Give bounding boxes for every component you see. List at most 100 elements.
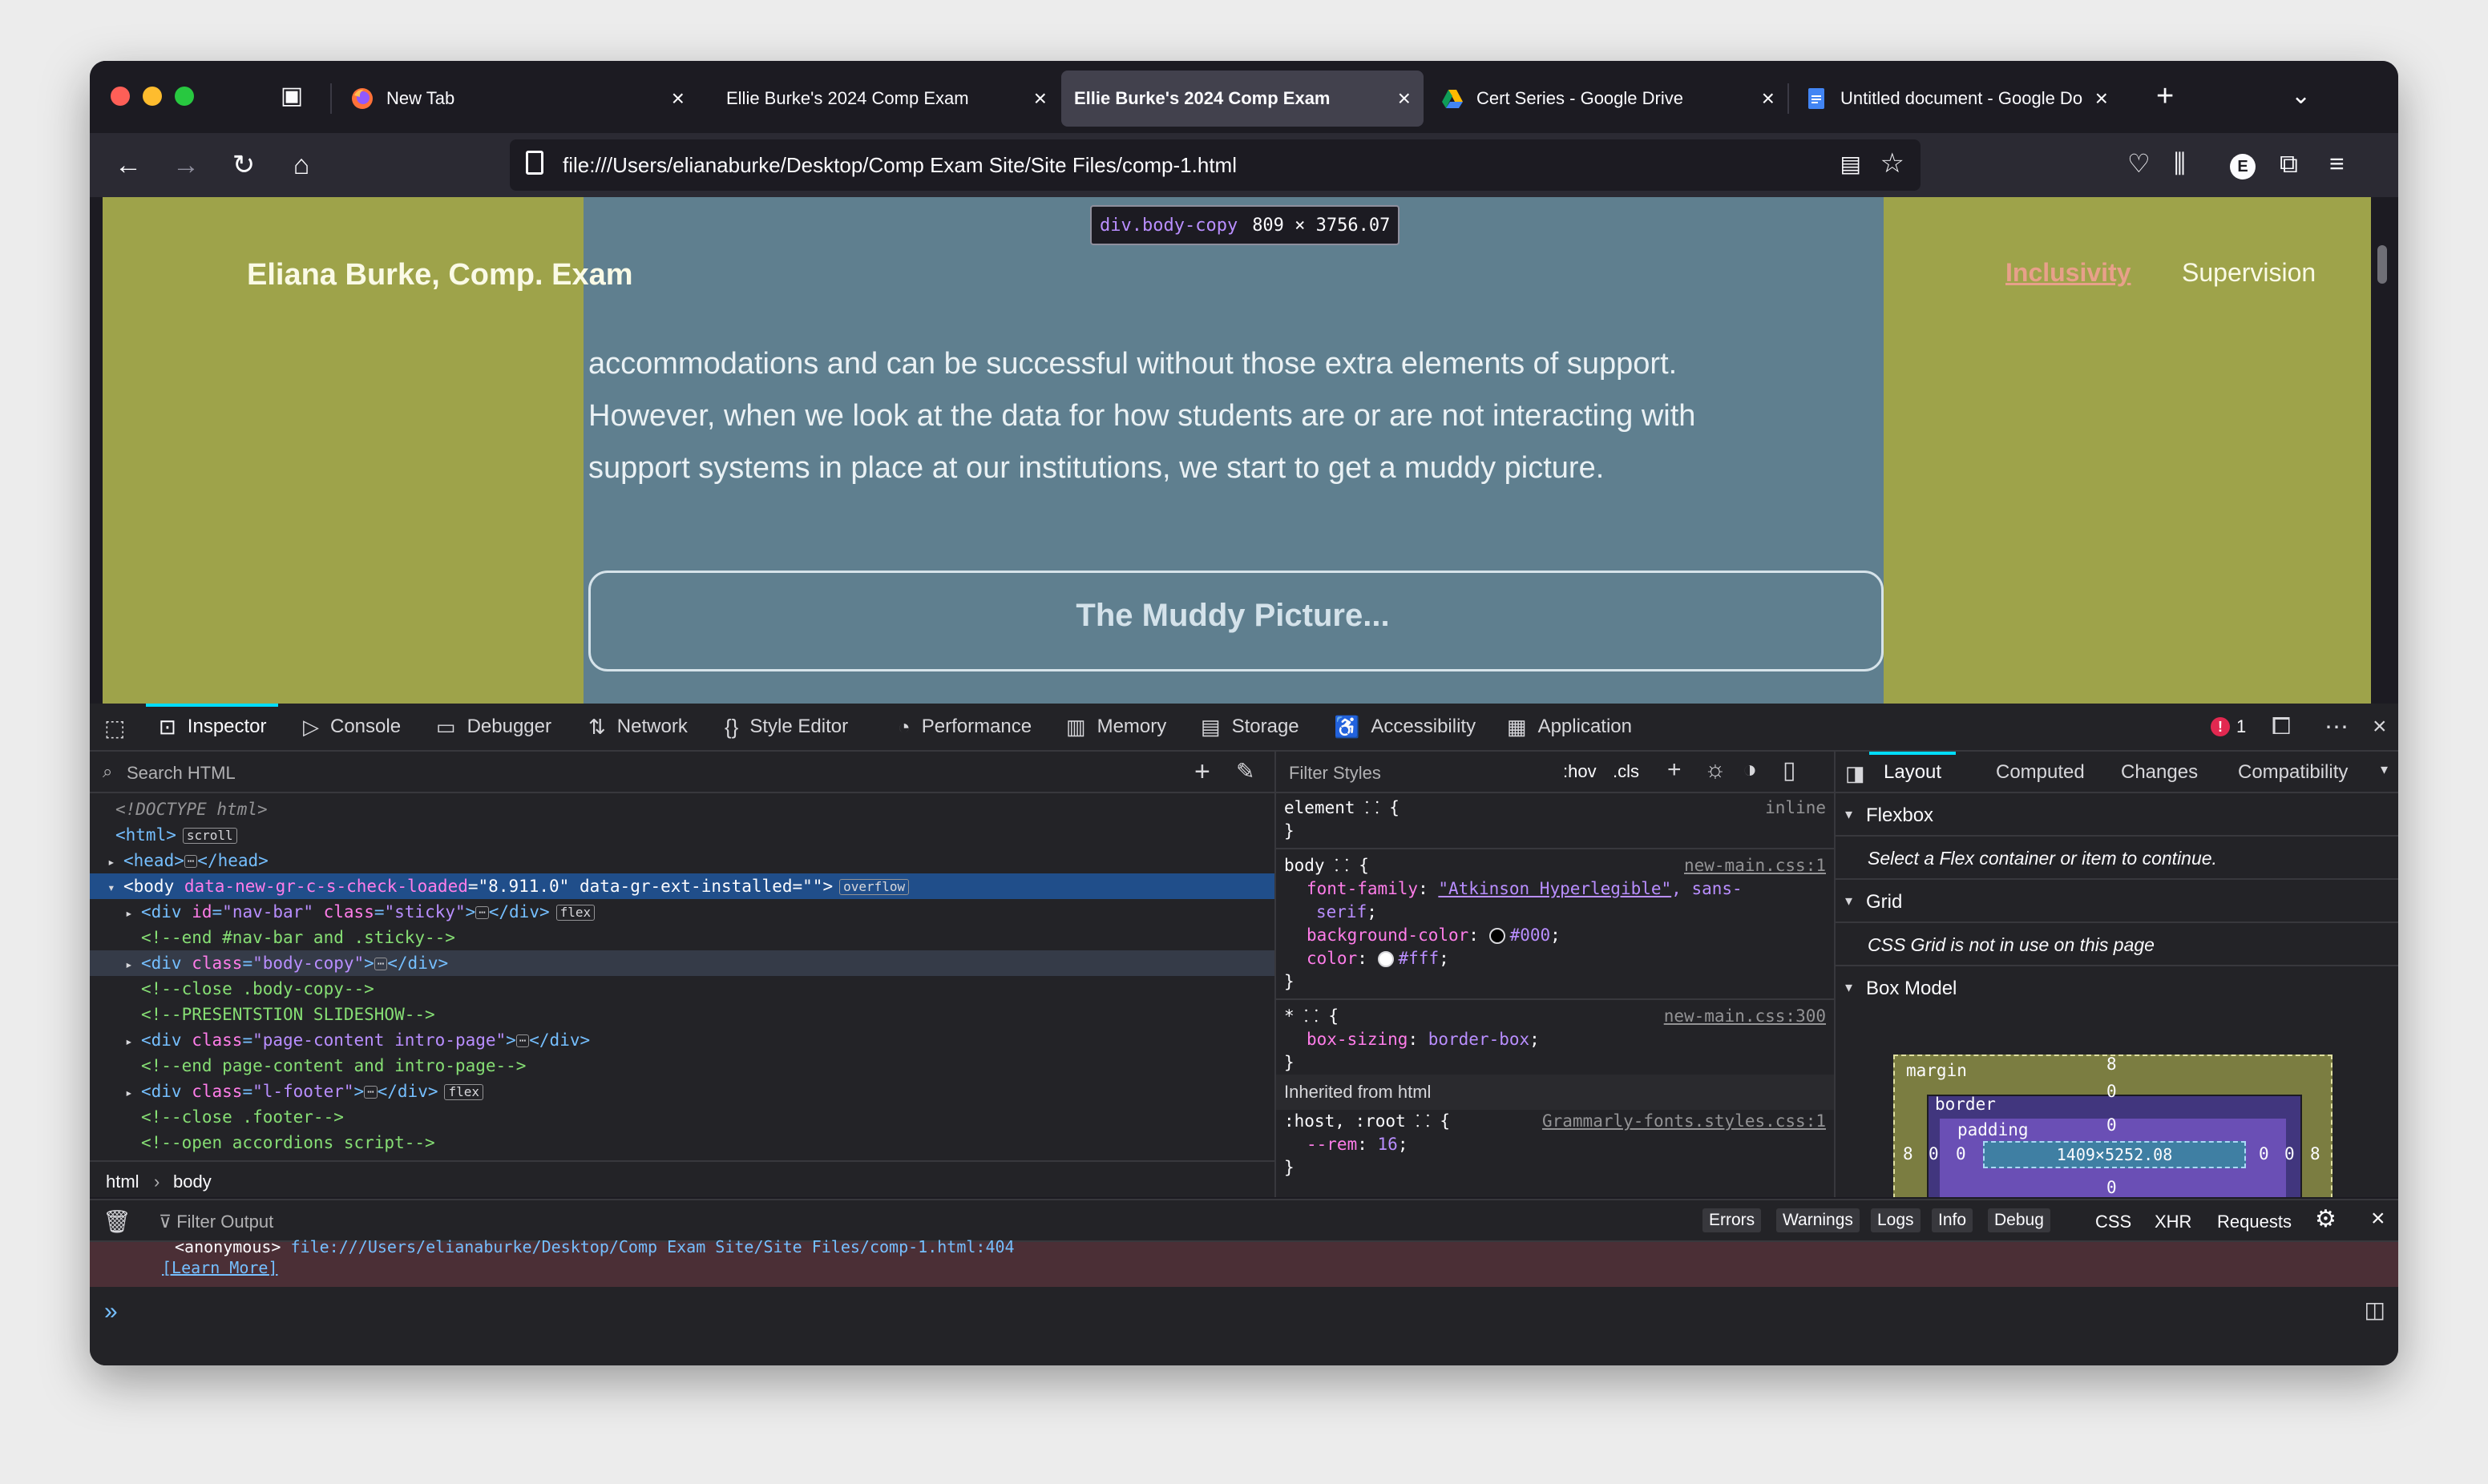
tab-google-docs[interactable]: Untitled document - Google Do × — [1789, 71, 2151, 127]
nav-link-inclusivity[interactable]: Inclusivity — [2005, 258, 2131, 288]
markup-comment[interactable]: <!--close .body-copy--> — [90, 976, 1274, 1002]
close-tab-icon[interactable]: × — [1762, 87, 1775, 111]
flexbox-section-header[interactable]: ▾ Flexbox — [1836, 793, 2398, 837]
tab-application[interactable]: ▦ Application — [1507, 704, 1632, 750]
declaration[interactable]: color: #fff; — [1284, 947, 1826, 970]
close-split-console-icon[interactable]: × — [2371, 1205, 2385, 1232]
boxmodel-section-header[interactable]: ▾ Box Model — [1836, 966, 2398, 1008]
padding-left-value[interactable]: 0 — [1956, 1144, 1966, 1163]
markup-comment[interactable]: <!--end page-content and intro-page--> — [90, 1053, 1274, 1079]
flex-badge[interactable]: flex — [444, 1084, 484, 1100]
filter-warnings-button[interactable]: Warnings — [1776, 1208, 1860, 1232]
tab-network[interactable]: ⇅ Network — [588, 704, 688, 750]
tab-inspector[interactable]: ⊡ Inspector — [146, 704, 277, 750]
breadcrumb-body[interactable]: body — [173, 1171, 212, 1192]
tab-accessibility[interactable]: ♿ Accessibility — [1334, 704, 1476, 750]
site-title[interactable]: Eliana Burke, Comp. Exam — [247, 258, 633, 292]
tab-layout[interactable]: Layout — [1868, 752, 1957, 784]
markup-node[interactable]: ▸ <head> ⋯ </head> — [90, 848, 1274, 873]
padding-bottom-value[interactable]: 0 — [2106, 1178, 2117, 1197]
markup-node[interactable]: ▸ <div class="l-footer"> ⋯ </div> flex — [90, 1079, 1274, 1104]
scroll-badge[interactable]: scroll — [182, 828, 237, 844]
declaration[interactable]: background-color: #000; — [1284, 924, 1826, 947]
account-avatar[interactable]: E — [2230, 154, 2256, 179]
minimize-window-button[interactable] — [143, 87, 162, 106]
list-all-tabs-icon[interactable]: ⌄ — [2291, 79, 2311, 114]
tab-memory[interactable]: ▥ Memory — [1066, 704, 1166, 750]
padding-right-value[interactable]: 0 — [2259, 1144, 2269, 1163]
print-media-icon[interactable]: ▯ — [1783, 756, 1796, 784]
add-rule-icon[interactable]: + — [1667, 756, 1682, 784]
tab-changes[interactable]: Changes — [2121, 761, 2198, 784]
markup-node[interactable]: ▸ <div id="nav-bar" class="sticky"> ⋯ </div… — [90, 899, 1274, 925]
eyedropper-icon[interactable]: ✎ — [1236, 758, 1254, 784]
markup-node-selected[interactable]: ▾ <body data-new-gr-c-s-check-loaded="8.9… — [90, 873, 1274, 899]
rule-source-link[interactable]: Grammarly-fonts.styles.css:1 — [1542, 1110, 1826, 1133]
search-html-input[interactable]: Search HTML — [127, 763, 236, 784]
pseudo-class-toggle[interactable]: :hov — [1563, 761, 1597, 782]
ellipsis-icon[interactable]: ⋯ — [515, 1034, 530, 1047]
markup-node[interactable]: ▸ <div class="page-content intro-page"> ⋯ <… — [90, 1027, 1274, 1053]
page-scrollbar-thumb[interactable] — [2377, 245, 2387, 284]
tab-comp-exam-active[interactable]: Ellie Burke's 2024 Comp Exam × — [1061, 71, 1424, 127]
border-right-value[interactable]: 0 — [2284, 1144, 2295, 1163]
frame-location-link[interactable]: file:///Users/elianaburke/Desktop/Comp E… — [291, 1237, 1015, 1256]
toggle-sidebar-icon[interactable]: ◨ — [1845, 761, 1865, 786]
color-swatch[interactable] — [1377, 951, 1394, 967]
rule-source-link[interactable]: new-main.css:300 — [1664, 1005, 1826, 1028]
markup-comment[interactable]: <!--close .footer--> — [90, 1104, 1274, 1130]
margin-right-value[interactable]: 8 — [2310, 1144, 2320, 1163]
filter-css-link[interactable]: CSS — [2095, 1212, 2131, 1232]
add-node-icon[interactable]: + — [1194, 756, 1210, 788]
dock-side-icon[interactable]: ⧠ — [2272, 713, 2291, 740]
declaration[interactable]: font-family: "Atkinson Hyperlegible", sa… — [1284, 877, 1826, 901]
flex-badge[interactable]: flex — [555, 905, 596, 921]
clear-console-trash-icon[interactable]: 🗑 — [103, 1208, 131, 1235]
tab-performance[interactable]: ◔ Performance — [898, 704, 1032, 750]
tab-comp-exam-1[interactable]: Ellie Burke's 2024 Comp Exam × — [697, 71, 1060, 127]
close-window-button[interactable] — [111, 87, 130, 106]
overflow-badge[interactable]: overflow — [839, 879, 910, 895]
collapse-arrow-icon[interactable]: ▾ — [107, 875, 123, 901]
url-text[interactable]: file:///Users/elianaburke/Desktop/Comp E… — [563, 153, 1237, 178]
ellipsis-icon[interactable]: ⋯ — [374, 958, 388, 970]
markup-comment[interactable]: <!--end #nav-bar and .sticky--> — [90, 925, 1274, 950]
markup-comment[interactable]: <!--PRESENTSTION SLIDESHOW--> — [90, 1002, 1274, 1027]
extensions-icon[interactable]: ⧉ — [2280, 146, 2298, 181]
expand-arrow-icon[interactable]: ▸ — [125, 1029, 141, 1055]
filter-debug-button[interactable]: Debug — [1988, 1208, 2050, 1232]
expand-arrow-icon[interactable]: ▸ — [107, 849, 123, 875]
nav-link-supervision[interactable]: Supervision — [2182, 258, 2316, 288]
rule-source-link[interactable]: new-main.css:1 — [1684, 854, 1826, 877]
console-settings-gear-icon[interactable]: ⚙ — [2315, 1205, 2337, 1233]
bookmark-star-icon[interactable]: ☆ — [1880, 147, 1904, 179]
tab-google-drive[interactable]: Cert Series - Google Drive × — [1425, 71, 1787, 127]
tabs-overflow-icon[interactable]: ▾ — [2381, 761, 2388, 778]
tab-style-editor[interactable]: {} Style Editor — [725, 704, 848, 750]
filter-info-button[interactable]: Info — [1932, 1208, 1973, 1232]
breadcrumb-html[interactable]: html — [106, 1171, 139, 1192]
margin-top-value[interactable]: 8 — [2106, 1055, 2117, 1074]
tab-computed[interactable]: Computed — [1996, 761, 2085, 784]
zoom-window-button[interactable] — [175, 87, 194, 106]
markup-node-hovered[interactable]: ▸ <div class="body-copy"> ⋯ </div> — [90, 950, 1274, 976]
tab-new-tab[interactable]: New Tab × — [335, 71, 697, 127]
error-count-badge[interactable]: ! 1 — [2211, 716, 2246, 737]
back-icon[interactable]: ← — [111, 147, 146, 183]
tab-console[interactable]: ▷ Console — [303, 704, 401, 750]
filter-errors-button[interactable]: Errors — [1702, 1208, 1762, 1232]
filter-logs-button[interactable]: Logs — [1871, 1208, 1921, 1232]
tab-debugger[interactable]: ▭ Debugger — [436, 704, 551, 750]
editor-mode-icon[interactable]: ◫ — [2365, 1296, 2385, 1323]
markup-node[interactable]: <!DOCTYPE html> — [90, 796, 1274, 822]
declaration[interactable]: box-sizing: border-box; — [1284, 1028, 1826, 1051]
tab-overview-icon[interactable]: ▣ — [277, 82, 306, 111]
close-tab-icon[interactable]: × — [2095, 87, 2108, 111]
filter-styles-input[interactable]: Filter Styles — [1289, 763, 1381, 784]
padding-top-value[interactable]: 0 — [2106, 1115, 2117, 1135]
forward-icon[interactable]: → — [168, 147, 204, 183]
close-tab-icon[interactable]: × — [672, 87, 685, 111]
markup-node[interactable]: <html> scroll — [90, 822, 1274, 848]
expand-arrow-icon[interactable]: ▸ — [125, 952, 141, 978]
menu-icon[interactable]: ≡ — [2329, 146, 2345, 181]
